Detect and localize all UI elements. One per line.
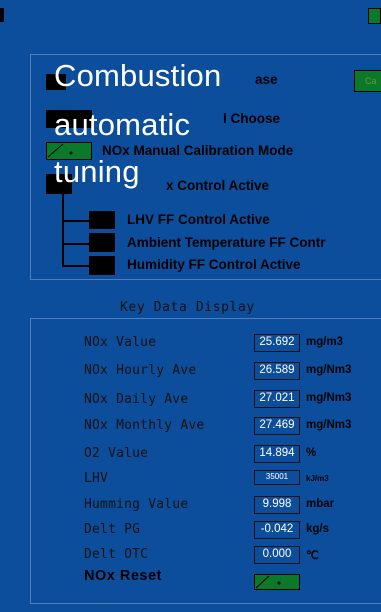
tree-branch-1 [62,220,89,222]
delt-otc-label: Delt OTC [84,547,149,562]
row1-side-button[interactable]: Ca [354,70,381,92]
humidity-ff-toggle[interactable] [89,256,115,275]
nox-value-readout: 25.692 [254,334,300,352]
nox-daily-unit: mg/Nm3 [306,392,352,404]
humming-value-label: Humming Value [84,497,189,512]
row2-label: l Choose [223,111,281,126]
lhv-ff-toggle[interactable] [89,211,115,229]
nox-control-active-label: x Control Active [166,178,270,193]
overlay-caption-line-2: automatic [54,107,191,142]
nox-hourly-readout: 26.589 [254,362,300,380]
nox-daily-label: NOx Daily Ave [84,392,189,407]
tree-branch-3 [62,265,89,267]
corner-toggle-button[interactable] [368,8,381,24]
lhv-readout: 35001 [254,470,300,485]
nox-daily-readout: 27.021 [254,390,300,408]
nox-monthly-readout: 27.469 [254,417,300,435]
nox-reset-label: NOx Reset [84,568,162,584]
nox-hourly-unit: mg/Nm3 [306,364,352,376]
delt-pg-label: Delt PG [84,522,141,537]
delt-pg-readout: -0.042 [254,521,300,539]
overlay-caption-line-1: Combustion [54,58,222,93]
corner-indicator [0,8,4,22]
delt-otc-readout: 0.000 [254,546,300,564]
humidity-ff-label: Humidity FF Control Active [127,257,301,272]
ambient-temp-ff-toggle[interactable] [89,233,115,252]
tree-vertical-line [62,194,64,266]
tree-branch-2 [62,243,89,245]
nox-value-label: NOx Value [84,335,157,350]
key-data-panel [30,318,381,604]
delt-otc-unit: ℃ [306,550,319,562]
row1-label: ase [255,72,278,87]
o2-value-unit: % [306,447,317,459]
key-data-title: Key Data Display [120,300,255,315]
humming-value-readout: 9.998 [254,496,300,514]
overlay-caption-line-3: tuning [54,154,140,189]
ambient-temp-ff-label: Ambient Temperature FF Contr [127,235,326,250]
nox-monthly-label: NOx Monthly Ave [84,418,205,433]
reset-slash-icon [255,575,281,589]
o2-value-readout: 14.894 [254,445,300,463]
humming-value-unit: mbar [306,498,335,510]
delt-pg-unit: kg/s [306,523,330,535]
lhv-unit: kJ/m3 [306,474,329,483]
nox-value-unit: mg/m3 [306,336,344,348]
nox-monthly-unit: mg/Nm3 [306,419,352,431]
lhv-ff-label: LHV FF Control Active [127,212,270,227]
lhv-label: LHV [84,471,109,486]
o2-value-label: O2 Value [84,446,149,461]
nox-hourly-label: NOx Hourly Ave [84,363,197,378]
nox-reset-button[interactable] [254,574,300,590]
